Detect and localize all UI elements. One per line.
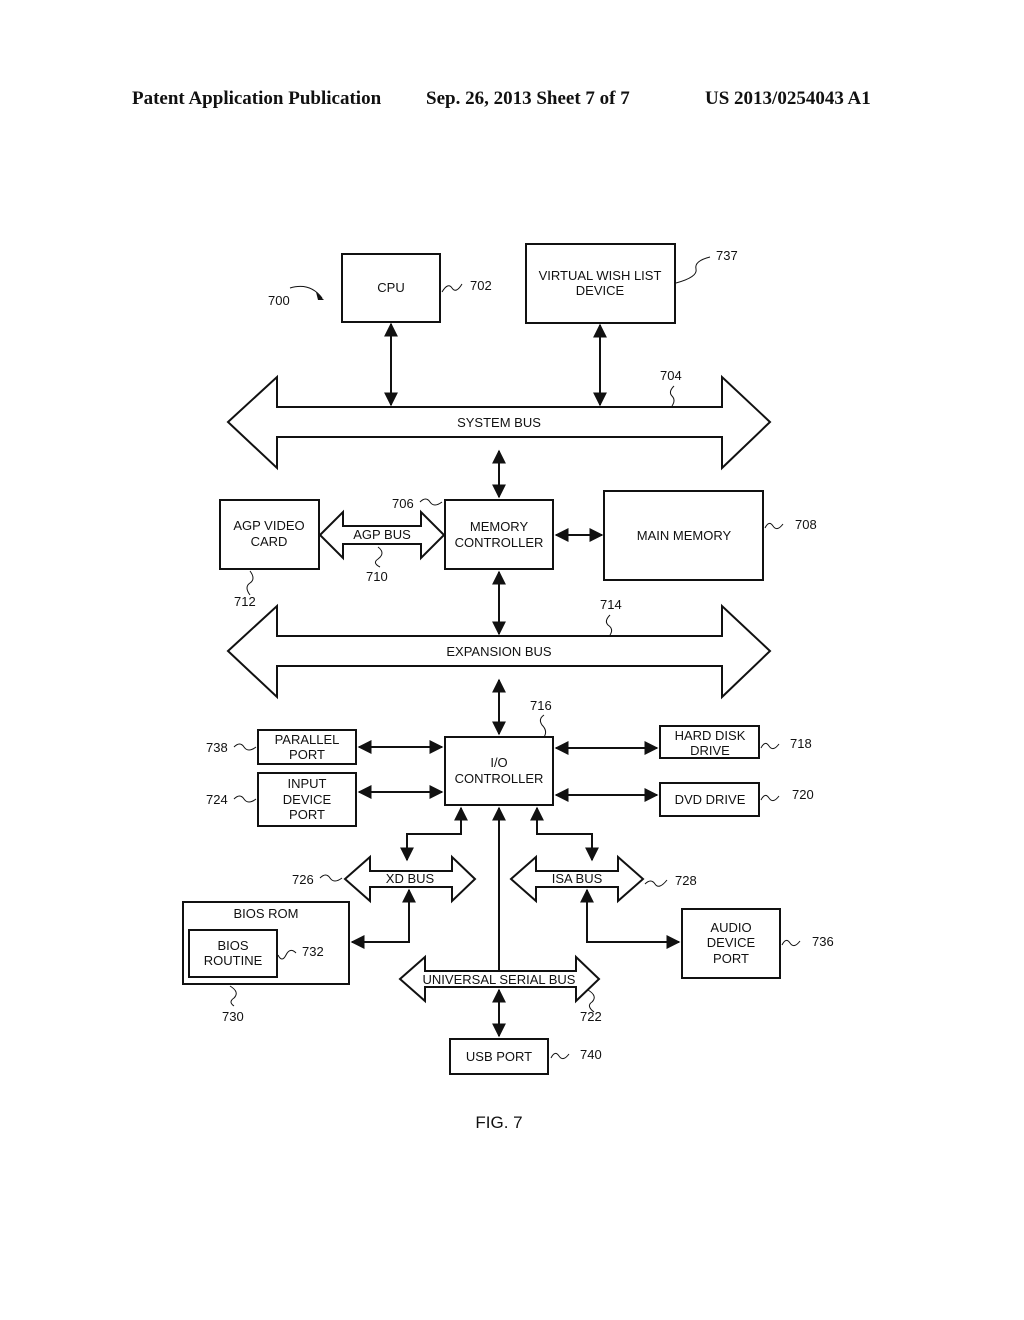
ioctrl-xdbus-link bbox=[400, 806, 468, 862]
dvd-drive-block: DVD DRIVE bbox=[659, 782, 760, 817]
svg-text:EXPANSION BUS: EXPANSION BUS bbox=[446, 644, 552, 659]
hard-disk-drive-block: HARD DISK DRIVE bbox=[659, 725, 760, 759]
svg-text:UNIVERSAL SERIAL BUS: UNIVERSAL SERIAL BUS bbox=[423, 972, 576, 987]
isa-bus: ISA BUS bbox=[509, 854, 645, 904]
svg-text:DEVICE: DEVICE bbox=[283, 792, 332, 807]
ref-728-squiggle bbox=[644, 879, 668, 887]
svg-text:USB PORT: USB PORT bbox=[466, 1049, 532, 1064]
ioctrl-isabus-link bbox=[530, 806, 599, 862]
ref-718-squiggle bbox=[760, 742, 780, 750]
ref-740-squiggle bbox=[550, 1052, 570, 1060]
svg-text:DEVICE: DEVICE bbox=[707, 935, 756, 950]
ref-737-squiggle bbox=[675, 256, 711, 284]
ref-716: 716 bbox=[530, 698, 552, 713]
memory-controller-block: MEMORY CONTROLLER bbox=[444, 499, 554, 570]
svg-text:CONTROLLER: CONTROLLER bbox=[455, 535, 544, 550]
bios-routine-block: BIOS ROUTINE bbox=[188, 929, 278, 978]
cpu-block: CPU bbox=[341, 253, 441, 323]
ref-726-squiggle bbox=[319, 874, 343, 882]
svg-text:SYSTEM BUS: SYSTEM BUS bbox=[457, 415, 541, 430]
svg-text:AGP BUS: AGP BUS bbox=[353, 527, 411, 542]
ref-704-squiggle bbox=[669, 385, 675, 407]
ref-702: 702 bbox=[470, 278, 492, 293]
parallel-port-block: PARALLEL PORT bbox=[257, 729, 357, 765]
svg-text:AUDIO: AUDIO bbox=[710, 920, 751, 935]
svg-text:PARALLEL: PARALLEL bbox=[275, 732, 340, 747]
svg-text:PORT: PORT bbox=[713, 951, 749, 966]
ref-736: 736 bbox=[812, 934, 834, 949]
ref-708: 708 bbox=[795, 517, 817, 532]
ref-704: 704 bbox=[660, 368, 682, 383]
ref-710: 710 bbox=[366, 569, 388, 584]
svg-text:CARD: CARD bbox=[251, 534, 288, 549]
ref-732: 732 bbox=[302, 944, 324, 959]
ref-702-squiggle bbox=[441, 283, 463, 293]
ref-720: 720 bbox=[792, 787, 814, 802]
ref-730-squiggle bbox=[229, 985, 237, 1007]
ref-700: 700 bbox=[268, 293, 290, 308]
main-memory-block: MAIN MEMORY bbox=[603, 490, 764, 581]
input-device-port-block: INPUT DEVICE PORT bbox=[257, 772, 357, 827]
ref-714: 714 bbox=[600, 597, 622, 612]
svg-text:PORT: PORT bbox=[289, 747, 325, 762]
svg-text:ROUTINE: ROUTINE bbox=[204, 953, 263, 968]
svg-text:MAIN MEMORY: MAIN MEMORY bbox=[637, 528, 732, 543]
svg-text:ISA BUS: ISA BUS bbox=[552, 871, 603, 886]
ref-737: 737 bbox=[716, 248, 738, 263]
usb-port-block: USB PORT bbox=[449, 1038, 549, 1075]
xdbus-biosrom-link bbox=[350, 888, 416, 949]
isabus-audio-link bbox=[580, 888, 681, 949]
svg-text:MEMORY: MEMORY bbox=[470, 519, 529, 534]
ref-738: 738 bbox=[206, 740, 228, 755]
svg-text:BIOS: BIOS bbox=[217, 938, 248, 953]
svg-text:AGP VIDEO: AGP VIDEO bbox=[233, 518, 304, 533]
svg-text:HARD DISK: HARD DISK bbox=[675, 728, 746, 743]
svg-text:DEVICE: DEVICE bbox=[576, 283, 625, 298]
ref-720-squiggle bbox=[760, 794, 780, 802]
svg-text:CONTROLLER: CONTROLLER bbox=[455, 771, 544, 786]
svg-text:BIOS ROM: BIOS ROM bbox=[233, 906, 298, 921]
ref-708-squiggle bbox=[764, 522, 784, 530]
svg-text:DVD DRIVE: DVD DRIVE bbox=[675, 792, 746, 807]
ref-712-squiggle bbox=[246, 570, 254, 596]
virtual-wish-list-device-block: VIRTUAL WISH LIST DEVICE bbox=[525, 243, 676, 324]
ref-722: 722 bbox=[580, 1009, 602, 1024]
ref-730: 730 bbox=[222, 1009, 244, 1024]
ref-716-squiggle bbox=[539, 714, 547, 738]
ref-724: 724 bbox=[206, 792, 228, 807]
ref-740: 740 bbox=[580, 1047, 602, 1062]
agp-video-card-block: AGP VIDEO CARD bbox=[219, 499, 320, 570]
ref-728: 728 bbox=[675, 873, 697, 888]
ref-724-squiggle bbox=[233, 795, 257, 803]
io-controller-block: I/O CONTROLLER bbox=[444, 736, 554, 806]
ref-714-squiggle bbox=[605, 614, 613, 636]
ref-712: 712 bbox=[234, 594, 256, 609]
svg-text:XD BUS: XD BUS bbox=[386, 871, 435, 886]
ref-738-squiggle bbox=[233, 743, 257, 751]
ref-718: 718 bbox=[790, 736, 812, 751]
block-diagram: 700 CPU 702 VIRTUAL WISH LIST DEVICE 737… bbox=[182, 243, 834, 1132]
ref-700-arrowhead bbox=[316, 292, 324, 300]
ref-736-squiggle bbox=[781, 939, 801, 947]
ref-710-squiggle bbox=[374, 546, 383, 568]
svg-text:PORT: PORT bbox=[289, 807, 325, 822]
figure-caption: FIG. 7 bbox=[475, 1113, 522, 1132]
ref-726: 726 bbox=[292, 872, 314, 887]
ref-706: 706 bbox=[392, 496, 414, 511]
svg-text:I/O: I/O bbox=[490, 755, 507, 770]
svg-text:VIRTUAL WISH LIST: VIRTUAL WISH LIST bbox=[539, 268, 662, 283]
svg-text:DRIVE: DRIVE bbox=[690, 743, 730, 758]
svg-text:INPUT: INPUT bbox=[288, 776, 327, 791]
audio-device-port-block: AUDIO DEVICE PORT bbox=[681, 908, 781, 979]
svg-text:CPU: CPU bbox=[377, 280, 404, 295]
ref-706-squiggle bbox=[419, 498, 443, 506]
